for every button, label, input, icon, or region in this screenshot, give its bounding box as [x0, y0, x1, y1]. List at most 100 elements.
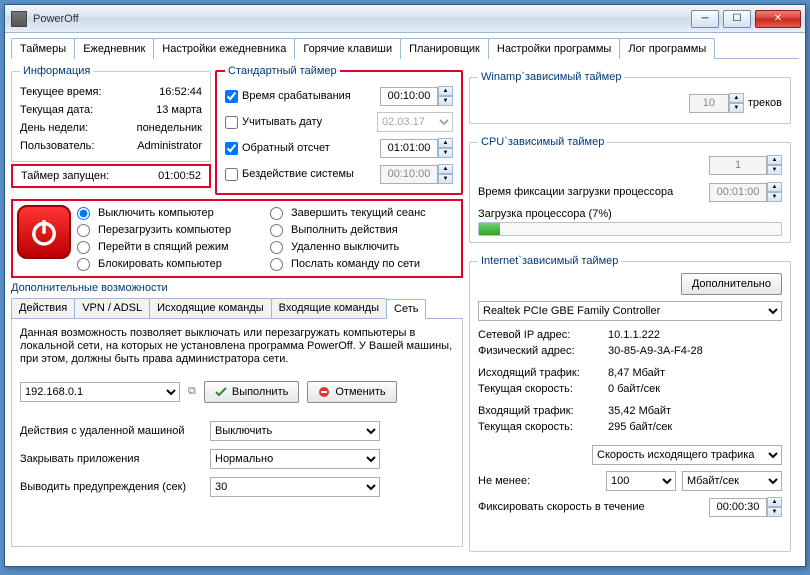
spin-up-icon[interactable]: ▲: [767, 497, 782, 507]
spin-down-icon[interactable]: ▼: [438, 96, 453, 106]
lbl-countdown: Обратный отсчет: [242, 142, 380, 154]
radio-shutdown[interactable]: [77, 207, 90, 220]
minimize-button[interactable]: ─: [691, 10, 719, 28]
subtab-actions[interactable]: Действия: [11, 298, 75, 318]
spin-up-icon[interactable]: ▲: [767, 182, 782, 192]
spin-down-icon[interactable]: ▼: [438, 174, 453, 184]
tab-diary[interactable]: Ежедневник: [74, 38, 154, 59]
info-k-0: Текущее время:: [20, 86, 102, 98]
tab-timers[interactable]: Таймеры: [11, 38, 75, 59]
remote-action-label: Действия с удаленной машиной: [20, 425, 210, 437]
timer-started-box: Таймер запущен: 01:00:52: [11, 164, 211, 188]
notless-label: Не менее:: [478, 475, 530, 487]
combo-remote-action[interactable]: Выключить: [210, 421, 380, 441]
copy-icon[interactable]: ⧉: [188, 385, 196, 398]
radio-remote-off[interactable]: [270, 241, 283, 254]
radio-logoff[interactable]: [270, 207, 283, 220]
inp-trigger-time[interactable]: [380, 87, 438, 106]
subtab-in-cmd[interactable]: Входящие команды: [271, 298, 387, 318]
subtab-out-cmd[interactable]: Исходящие команды: [149, 298, 272, 318]
main-tabstrip: Таймеры Ежедневник Настройки ежедневника…: [11, 37, 799, 59]
radio-lbl-3: Блокировать компьютер: [98, 258, 222, 270]
cancel-button[interactable]: Отменить: [307, 381, 396, 403]
combo-close-apps[interactable]: Нормально: [210, 449, 380, 469]
combo-adapter[interactable]: Realtek PCIe GBE Family Controller: [478, 301, 782, 321]
info-k-3: Пользователь:: [20, 140, 94, 152]
winamp-legend: Winamp`зависимый таймер: [478, 71, 624, 83]
spin-up-icon[interactable]: ▲: [438, 164, 453, 174]
info-group: Информация Текущее время:16:52:44 Текуща…: [11, 65, 211, 162]
radio-lbl-1: Перезагрузить компьютер: [98, 224, 231, 236]
out-v: 8,47 Мбайт: [608, 367, 665, 383]
combo-unit[interactable]: Мбайт/сек: [682, 471, 782, 491]
radio-lbl-7: Послать команду по сети: [291, 258, 420, 270]
tab-hotkeys[interactable]: Горячие клавиши: [294, 38, 401, 59]
tab-scheduler[interactable]: Планировщик: [400, 38, 489, 59]
inp-cpu-fix[interactable]: [709, 183, 767, 202]
outs-k: Текущая скорость:: [478, 383, 608, 399]
spin-up-icon[interactable]: ▲: [438, 138, 453, 148]
spin-down-icon[interactable]: ▼: [767, 192, 782, 202]
winamp-group: Winamp`зависимый таймер ▲▼ треков: [469, 71, 791, 124]
standard-timer-group: Стандартный таймер Время срабатывания ▲▼…: [215, 65, 463, 195]
inp-idle[interactable]: [380, 165, 438, 184]
spin-down-icon[interactable]: ▼: [767, 165, 782, 175]
spin-down-icon[interactable]: ▼: [438, 148, 453, 158]
spin-down-icon[interactable]: ▼: [729, 103, 744, 113]
radio-sleep[interactable]: [77, 241, 90, 254]
tab-program-settings[interactable]: Настройки программы: [488, 38, 620, 59]
tab-diary-settings[interactable]: Настройки ежедневника: [153, 38, 295, 59]
radio-lbl-6: Удаленно выключить: [291, 241, 399, 253]
combo-warn-sec[interactable]: 30: [210, 477, 380, 497]
radio-reboot[interactable]: [77, 224, 90, 237]
execute-button[interactable]: Выполнить: [204, 381, 299, 403]
combo-ip[interactable]: 192.168.0.1: [20, 382, 180, 402]
more-button[interactable]: Дополнительно: [681, 273, 782, 295]
maximize-button[interactable]: ☐: [723, 10, 751, 28]
close-apps-label: Закрывать приложения: [20, 453, 210, 465]
radio-doactions[interactable]: [270, 224, 283, 237]
info-v-0: 16:52:44: [159, 86, 202, 98]
mac-v: 30-85-A9-3A-F4-28: [608, 345, 703, 361]
info-k-2: День недели:: [20, 122, 88, 134]
radio-net-cmd[interactable]: [270, 258, 283, 271]
timer-started-label: Таймер запущен:: [21, 170, 109, 182]
extra-label: Дополнительные возможности: [11, 282, 463, 294]
chk-account-date[interactable]: [225, 116, 238, 129]
inp-cpu-thresh[interactable]: [709, 156, 767, 175]
radio-lbl-0: Выключить компьютер: [98, 207, 214, 219]
subtab-network[interactable]: Сеть: [386, 299, 426, 319]
combo-notless-val[interactable]: 100: [606, 471, 676, 491]
net-desc: Данная возможность позволяет выключать и…: [20, 327, 454, 367]
tab-log[interactable]: Лог программы: [619, 38, 715, 59]
inp-tracks[interactable]: [689, 94, 729, 113]
close-button[interactable]: ✕: [755, 10, 801, 28]
internet-group: Internet`зависимый таймер Дополнительно …: [469, 255, 791, 552]
inp-fix-speed[interactable]: [709, 498, 767, 517]
subtab-vpn[interactable]: VPN / ADSL: [74, 298, 150, 318]
ip-k: Сетевой IP адрес:: [478, 329, 608, 345]
inp-countdown[interactable]: [380, 139, 438, 158]
out-k: Исходящий трафик:: [478, 367, 608, 383]
titlebar[interactable]: PowerOff ─ ☐ ✕: [5, 5, 805, 33]
chk-trigger-time[interactable]: [225, 90, 238, 103]
network-panel: Данная возможность позволяет выключать и…: [11, 319, 463, 547]
spin-up-icon[interactable]: ▲: [767, 155, 782, 165]
power-icon[interactable]: [17, 205, 71, 259]
combo-speed-type[interactable]: Скорость исходящего трафика: [592, 445, 782, 465]
radio-lock[interactable]: [77, 258, 90, 271]
chk-countdown[interactable]: [225, 142, 238, 155]
mac-k: Физический адрес:: [478, 345, 608, 361]
ins-k: Текущая скорость:: [478, 421, 608, 437]
combo-account-date[interactable]: 02.03.17: [377, 112, 453, 132]
spin-up-icon[interactable]: ▲: [438, 86, 453, 96]
tracks-label: треков: [748, 97, 782, 109]
cpu-group: CPU`зависимый таймер ▲▼ Время фиксации з…: [469, 136, 791, 243]
spin-down-icon[interactable]: ▼: [767, 507, 782, 517]
ins-v: 295 байт/сек: [608, 421, 672, 437]
actions-group: Выключить компьютер Перезагрузить компью…: [11, 199, 463, 278]
cancel-icon: [318, 386, 330, 398]
sub-tabstrip: Действия VPN / ADSL Исходящие команды Вх…: [11, 298, 463, 319]
spin-up-icon[interactable]: ▲: [729, 93, 744, 103]
chk-idle[interactable]: [225, 168, 238, 181]
